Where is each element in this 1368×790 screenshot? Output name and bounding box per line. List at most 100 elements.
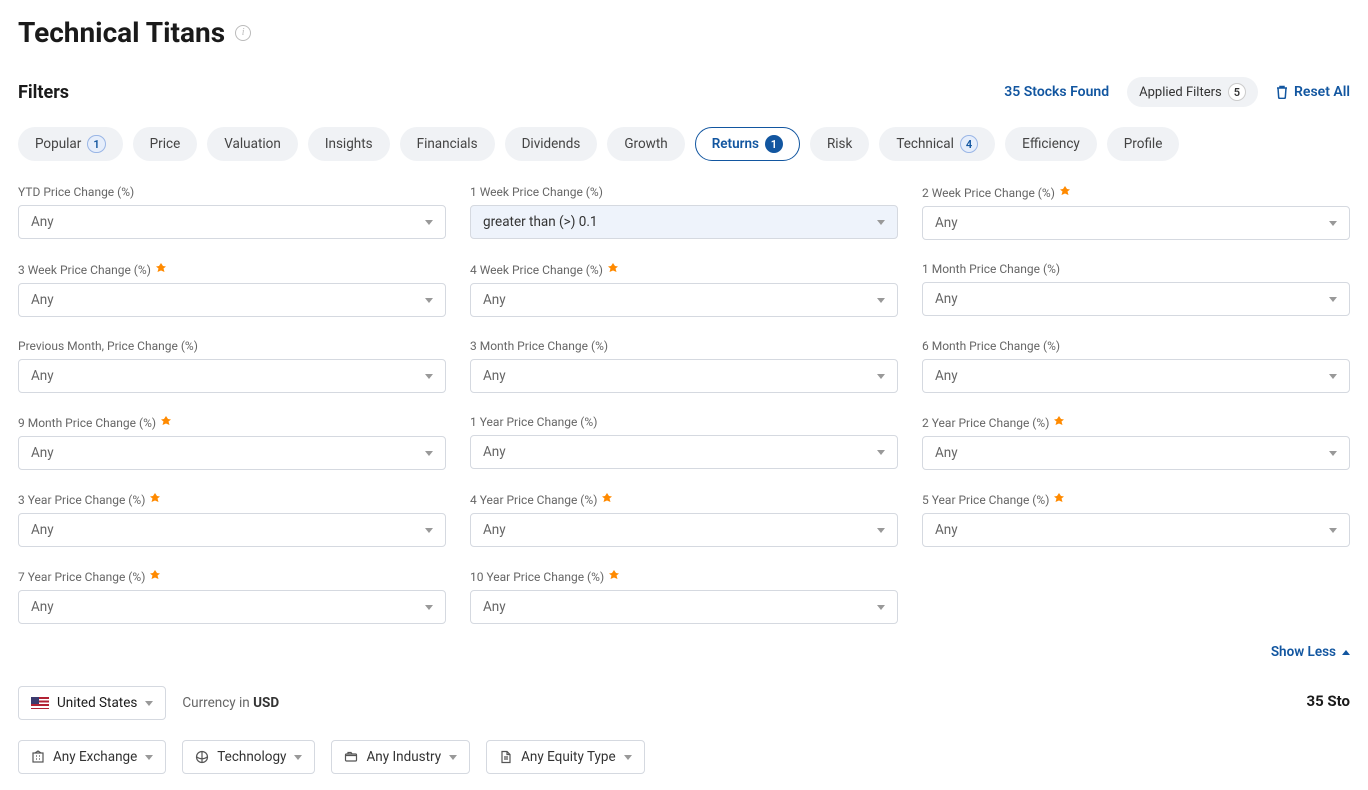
bottom-select-any-equity-type[interactable]: Any Equity Type (486, 740, 645, 774)
pill-label: Insights (325, 136, 373, 152)
pill-growth[interactable]: Growth (607, 127, 684, 161)
filter-item: 4 Year Price Change (%)Any (470, 492, 898, 547)
filter-value: Any (31, 599, 54, 615)
filter-select[interactable]: Any (922, 206, 1350, 240)
bottom-selects-row: Any Exchange Technology Any Industry Any Eq… (18, 740, 645, 774)
chevron-down-icon (1329, 297, 1337, 302)
filter-value: Any (483, 522, 506, 538)
filter-select[interactable]: Any (922, 282, 1350, 316)
reset-all-button[interactable]: Reset All (1276, 84, 1350, 100)
chevron-down-icon (425, 451, 433, 456)
us-flag-icon (31, 697, 49, 709)
filter-select[interactable]: Any (922, 513, 1350, 547)
filter-item: 9 Month Price Change (%)Any (18, 415, 446, 470)
premium-icon (607, 262, 619, 277)
pill-efficiency[interactable]: Efficiency (1005, 127, 1097, 161)
filters-heading: Filters (18, 82, 69, 103)
filter-item: 10 Year Price Change (%)Any (470, 569, 898, 624)
chevron-down-icon (145, 755, 153, 760)
premium-icon (1059, 185, 1071, 200)
filter-value: Any (935, 291, 958, 307)
premium-icon (608, 569, 620, 584)
bottom-select-label: Any Equity Type (521, 749, 616, 765)
filter-select[interactable]: Any (18, 359, 446, 393)
filter-select[interactable]: Any (18, 513, 446, 547)
filter-item: 3 Year Price Change (%) Any (18, 492, 446, 547)
filter-select[interactable]: greater than (>) 0.1 (470, 205, 898, 239)
info-icon[interactable]: i (235, 25, 251, 41)
bottom-select-any-industry[interactable]: Any Industry (331, 740, 470, 774)
filter-label: 7 Year Price Change (%) (18, 569, 446, 584)
filter-select[interactable]: Any (18, 205, 446, 239)
filter-select[interactable]: Any (922, 359, 1350, 393)
chevron-down-icon (425, 528, 433, 533)
chevron-down-icon (1329, 374, 1337, 379)
result-count-cutoff: 35 Sto (1306, 686, 1350, 710)
filter-value: Any (935, 445, 958, 461)
pill-dividends[interactable]: Dividends (505, 127, 598, 161)
pill-profile[interactable]: Profile (1107, 127, 1180, 161)
filter-select[interactable]: Any (470, 359, 898, 393)
filter-item: 1 Month Price Change (%)Any (922, 262, 1350, 317)
bottom-select-label: Any Industry (366, 749, 441, 765)
chevron-down-icon (877, 298, 885, 303)
filter-label: 1 Year Price Change (%) (470, 415, 898, 429)
filter-item: YTD Price Change (%)Any (18, 185, 446, 240)
filter-value: Any (483, 368, 506, 384)
chevron-down-icon (145, 701, 153, 706)
pill-risk[interactable]: Risk (810, 127, 869, 161)
filter-value: greater than (>) 0.1 (483, 214, 598, 230)
filter-select[interactable]: Any (470, 435, 898, 469)
premium-icon (601, 492, 613, 507)
pill-valuation[interactable]: Valuation (207, 127, 298, 161)
chevron-down-icon (877, 528, 885, 533)
bottom-select-technology[interactable]: Technology (182, 740, 315, 774)
premium-icon (149, 492, 161, 507)
filter-label: 6 Month Price Change (%) (922, 339, 1350, 353)
show-less-button[interactable]: Show Less (1271, 644, 1350, 660)
filter-label: 2 Week Price Change (%) (922, 185, 1350, 200)
filter-label: 3 Week Price Change (%) (18, 262, 446, 277)
pill-price[interactable]: Price (133, 127, 198, 161)
premium-icon (160, 415, 172, 430)
premium-icon (1053, 415, 1065, 430)
applied-filters-pill[interactable]: Applied Filters 5 (1127, 77, 1258, 107)
filter-label: 3 Month Price Change (%) (470, 339, 898, 353)
pill-technical[interactable]: Technical 4 (879, 127, 995, 161)
filter-item: 3 Week Price Change (%) Any (18, 262, 446, 317)
pill-count: 4 (960, 135, 978, 153)
filter-select[interactable]: Any (470, 590, 898, 624)
filter-item: 4 Week Price Change (%)Any (470, 262, 898, 317)
category-pills-row: Popular1 Price Valuation Insights Financials… (18, 127, 1350, 161)
filter-select[interactable]: Any (18, 283, 446, 317)
filter-select[interactable]: Any (18, 590, 446, 624)
filter-item: 6 Month Price Change (%) Any (922, 339, 1350, 393)
filter-value: Any (31, 522, 54, 538)
pill-insights[interactable]: Insights (308, 127, 390, 161)
applied-filters-count: 5 (1228, 83, 1246, 101)
pill-returns[interactable]: Returns1 (695, 127, 800, 161)
filter-select[interactable]: Any (470, 513, 898, 547)
filter-select[interactable]: Any (922, 436, 1350, 470)
chevron-down-icon (877, 220, 885, 225)
filter-label: 3 Year Price Change (%) (18, 492, 446, 507)
chevron-down-icon (425, 298, 433, 303)
filter-value: Any (31, 214, 54, 230)
pill-label: Technical (896, 136, 954, 152)
filter-select[interactable]: Any (470, 283, 898, 317)
pill-label: Popular (35, 136, 81, 152)
pill-financials[interactable]: Financials (400, 127, 495, 161)
filter-value: Any (31, 368, 54, 384)
pill-label: Dividends (522, 136, 581, 152)
filter-item: 7 Year Price Change (%) Any (18, 569, 446, 624)
filter-select[interactable]: Any (18, 436, 446, 470)
chevron-down-icon (425, 605, 433, 610)
pill-label: Financials (417, 136, 478, 152)
country-select[interactable]: United States (18, 686, 166, 720)
bottom-select-any-exchange[interactable]: Any Exchange (18, 740, 166, 774)
chevron-down-icon (877, 450, 885, 455)
chevron-down-icon (449, 755, 457, 760)
chevron-down-icon (1329, 221, 1337, 226)
pill-popular[interactable]: Popular1 (18, 127, 123, 161)
filter-label: 2 Year Price Change (%) (922, 415, 1350, 430)
